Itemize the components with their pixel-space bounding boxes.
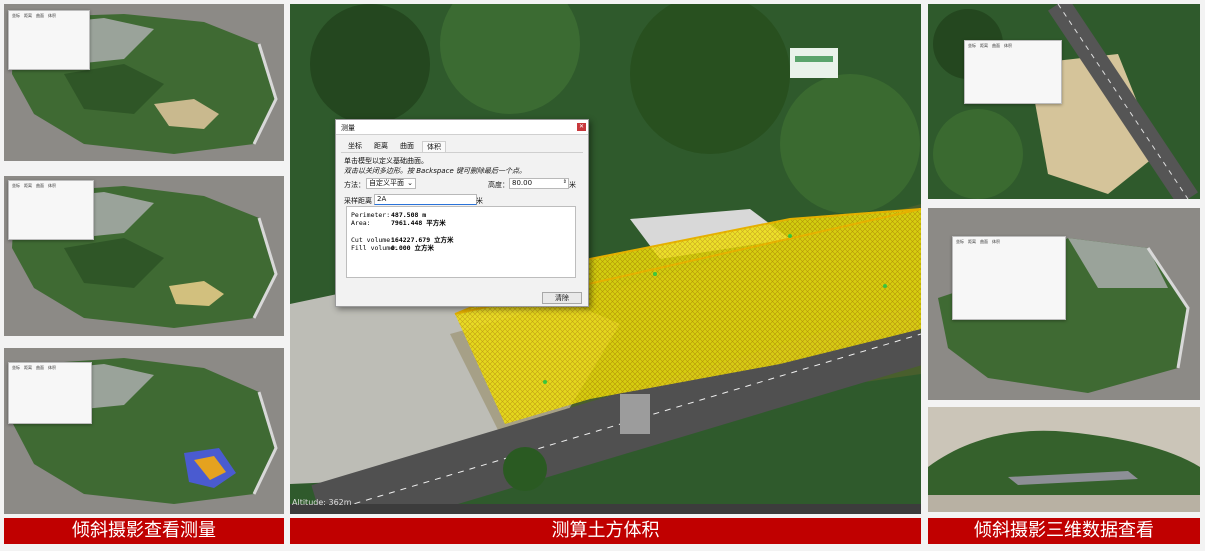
thumbnail-panel-5: 坐标 距离 曲面 体积 (928, 208, 1200, 400)
instruction-text-1: 单击模型以定义基础曲面。 (344, 157, 428, 165)
cut-volume-value: 164227.679 立方米 (391, 236, 454, 244)
close-icon[interactable]: ✕ (577, 123, 586, 131)
fill-volume-value: 0.000 立方米 (391, 244, 434, 252)
mini-measure-dialog-2: 坐标 距离 曲面 体积 (8, 180, 94, 240)
method-label: 方法： (344, 181, 365, 189)
caption-center: 测算土方体积 (290, 518, 921, 544)
height-label: 高度： (488, 181, 509, 189)
height-input[interactable]: 80.00 ⇕ (509, 178, 569, 189)
sampling-value: 2A (377, 195, 387, 203)
mini-measure-dialog-3: 坐标 距离 曲面 体积 (8, 362, 92, 424)
thumbnail-panel-6 (928, 407, 1200, 512)
cut-volume-label: Cut volume: (351, 236, 395, 244)
sampling-distance-input[interactable]: 2A (374, 194, 477, 205)
thumbnail-panel-3: 坐标 距离 曲面 体积 (4, 348, 284, 514)
mini-measure-dialog-5: 坐标 距离 曲面 体积 (952, 236, 1066, 320)
thumbnail-panel-4: 坐标 距离 曲面 体积 (928, 4, 1200, 199)
method-select[interactable]: 自定义平面 ⌄ (366, 178, 416, 189)
caption-right: 倾斜摄影三维数据查看 (928, 518, 1200, 544)
area-label: Area: (351, 219, 371, 227)
method-value: 自定义平面 (369, 179, 404, 187)
sampling-unit: 米 (476, 197, 483, 205)
height-value: 80.00 (512, 179, 533, 187)
dialog-titlebar[interactable]: 测量 ✕ (336, 120, 588, 135)
altitude-readout: Altitude: 362m (292, 498, 352, 507)
area-value: 7961.448 平方米 (391, 219, 446, 227)
sampling-label: 采样距离 (344, 197, 372, 205)
thumbnail-panel-1: 坐标 距离 曲面 体积 (4, 4, 284, 161)
tab-surface[interactable]: 曲面 (396, 141, 418, 151)
clear-button[interactable]: 清除 (542, 292, 582, 304)
perimeter-value: 487.508 m (391, 211, 427, 219)
tab-coordinate[interactable]: 坐标 (344, 141, 366, 151)
dialog-title: 测量 (341, 124, 355, 132)
mini-measure-dialog-4: 坐标 距离 曲面 体积 (964, 40, 1062, 104)
mini-measure-dialog-1: 坐标 距离 曲面 体积 (8, 10, 90, 70)
height-unit: 米 (569, 181, 576, 189)
thumbnail-panel-2: 坐标 距离 曲面 体积 (4, 176, 284, 336)
chevron-down-icon: ⌄ (407, 179, 413, 187)
tab-volume[interactable]: 体积 (422, 141, 446, 152)
caption-left: 倾斜摄影查看测量 (4, 518, 284, 544)
tab-divider (341, 152, 583, 153)
spin-stepper-icon[interactable]: ⇕ (563, 178, 567, 186)
aerial-scene-6 (928, 407, 1200, 512)
results-panel: Perimeter: 487.508 m Area: 7961.448 平方米 … (346, 206, 576, 278)
perimeter-label: Perimeter: (351, 211, 391, 219)
instruction-text-2: 双击以关闭多边形。按 Backspace 键可删除最后一个点。 (344, 167, 526, 175)
tab-distance[interactable]: 距离 (370, 141, 392, 151)
